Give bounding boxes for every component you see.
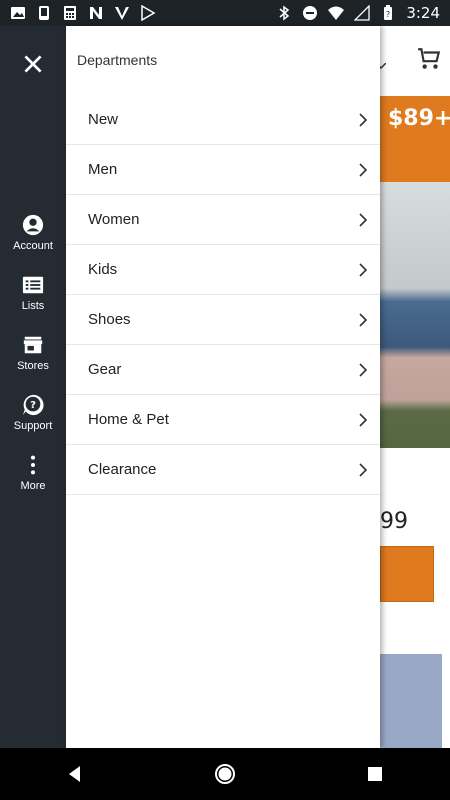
system-nav-bar (0, 748, 450, 800)
cart-icon[interactable] (416, 46, 442, 72)
department-item[interactable]: Gear (66, 345, 380, 395)
chevron-right-icon (356, 462, 370, 477)
account-icon (22, 214, 44, 236)
chevron-right-icon (356, 312, 370, 327)
close-icon[interactable] (20, 51, 46, 77)
department-label: Shoes (88, 311, 131, 328)
department-label: Clearance (88, 461, 157, 478)
play-store-icon (140, 4, 156, 22)
back-icon[interactable] (55, 754, 95, 794)
department-item[interactable]: Home & Pet (66, 395, 380, 445)
bluetooth-icon (276, 5, 292, 21)
department-item[interactable]: Clearance (66, 445, 380, 495)
status-time: 3:24 (406, 4, 440, 22)
promo-banner[interactable]: $89+ (380, 96, 450, 182)
status-left-icons (0, 4, 156, 22)
rail-item-label: Stores (17, 360, 49, 372)
background-app: $89+ 99 (380, 26, 450, 748)
chevron-down-icon (380, 56, 387, 70)
phone-icon (36, 5, 52, 21)
chevron-right-icon (356, 212, 370, 227)
calculator-icon (62, 5, 78, 21)
rail-item-label: More (20, 480, 46, 492)
side-rail: Account Lists Stores ? Support More (0, 26, 66, 748)
promo-text: $89+ (388, 106, 450, 131)
departments-drawer: Departments New Men Women Kids Shoes Gea… (66, 26, 380, 748)
product-image (380, 182, 450, 448)
product-card[interactable] (380, 654, 442, 748)
drawer-title: Departments (77, 52, 158, 68)
rail-item-label: Lists (21, 300, 45, 312)
svg-text:?: ? (30, 400, 36, 411)
department-label: New (88, 111, 119, 128)
department-label: Kids (88, 261, 118, 278)
feedly-icon (114, 5, 130, 21)
status-right-icons: ? 3:24 (276, 4, 450, 22)
add-to-cart-button[interactable] (380, 546, 434, 602)
background-topbar (380, 26, 450, 97)
department-item[interactable]: New (66, 95, 380, 145)
chevron-right-icon (356, 362, 370, 377)
rail-item-account[interactable]: Account (0, 214, 66, 252)
chevron-right-icon (356, 112, 370, 127)
chevron-right-icon (356, 262, 370, 277)
recents-icon[interactable] (355, 754, 395, 794)
chevron-right-icon (356, 162, 370, 177)
rail-item-support[interactable]: ? Support (0, 394, 66, 432)
department-label: Home & Pet (88, 411, 169, 428)
department-label: Men (88, 161, 118, 178)
battery-icon: ? (380, 5, 396, 21)
home-icon[interactable] (205, 754, 245, 794)
list-icon (22, 274, 44, 296)
image-icon (10, 5, 26, 21)
department-item[interactable]: Women (66, 195, 380, 245)
svg-text:?: ? (386, 10, 390, 19)
signal-icon (353, 4, 370, 21)
rail-item-lists[interactable]: Lists (0, 274, 66, 312)
department-label: Gear (88, 361, 122, 378)
wifi-icon (328, 5, 345, 21)
store-icon (22, 334, 44, 356)
n-app-icon (88, 5, 104, 21)
status-bar: ? 3:24 (0, 0, 450, 26)
rail-item-label: Account (13, 240, 53, 252)
rail-item-label: Support (13, 420, 53, 432)
department-item[interactable]: Men (66, 145, 380, 195)
rail-item-stores[interactable]: Stores (0, 334, 66, 372)
department-item[interactable]: Kids (66, 245, 380, 295)
department-label: Women (88, 211, 140, 228)
department-list: New Men Women Kids Shoes Gear Home & Pet (66, 95, 380, 495)
department-item[interactable]: Shoes (66, 295, 380, 345)
more-icon (22, 454, 44, 476)
chevron-right-icon (356, 412, 370, 427)
rail-item-more[interactable]: More (0, 454, 66, 492)
support-icon: ? (22, 394, 44, 416)
price-text: 99 (380, 509, 408, 534)
do-not-disturb-icon (302, 5, 318, 21)
